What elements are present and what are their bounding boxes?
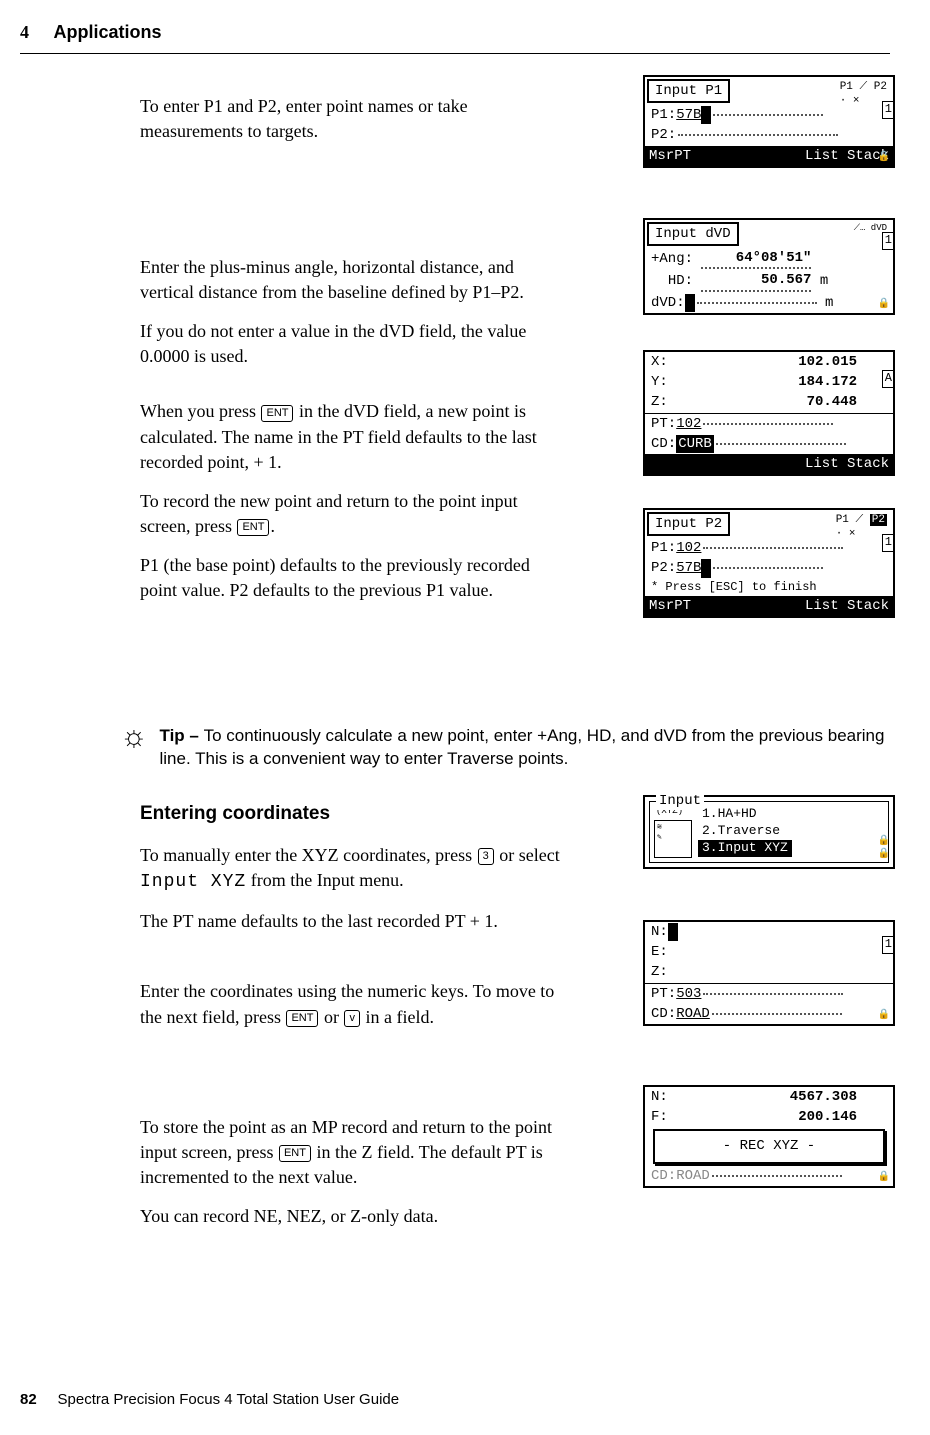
hd-field: HD: 50.567 m — [645, 270, 893, 292]
softkey-bar: List Stack — [645, 454, 893, 474]
cd-field: CD:CURB — [645, 434, 893, 454]
lock-icon: 🔒 — [878, 1009, 890, 1022]
screen-input-p1: Input P1 P1 ⟋ P2· × 1 P1:57B P2: 🔒 MsrPT… — [643, 75, 895, 168]
paragraph: Enter the coordinates using the numeric … — [140, 979, 570, 1029]
page-number: 82 — [20, 1391, 37, 1408]
page-footer: 82 Spectra Precision Focus 4 Total Stati… — [20, 1389, 399, 1410]
ent-key: ENT — [237, 519, 269, 536]
dvd-field: dVD: m 🔒 — [645, 293, 893, 313]
paragraph: P1 (the base point) defaults to the prev… — [140, 553, 570, 603]
menu-item-traverse: 2.Traverse — [698, 823, 792, 840]
screen-input-p2: Input P2 P1 ⟋ P2· × 1 P1:102 P2:57B * Pr… — [643, 508, 895, 618]
ang-field: +Ang: 64°08'51" — [645, 248, 893, 270]
ent-key: ENT — [261, 405, 293, 422]
tip-label: Tip – — [160, 726, 204, 745]
paragraph: The PT name defaults to the last recorde… — [140, 909, 570, 934]
lock-icon: 🔒🔒 — [878, 835, 890, 861]
ent-key: ENT — [279, 1145, 311, 1162]
paragraph: To store the point as an MP record and r… — [140, 1115, 570, 1191]
screen-title: Input P2 — [647, 512, 730, 536]
diagram-icon: P1 ⟋ P2· × — [836, 513, 887, 542]
screen-nez-entry: N: E: Z: 1 PT:503 CD:ROAD 🔒 — [643, 920, 895, 1026]
rec-dialog: - REC XYZ - — [653, 1129, 885, 1163]
page-badge: 1 — [882, 101, 895, 119]
paragraph: If you do not enter a value in the dVD f… — [140, 319, 570, 369]
three-key: 3 — [478, 848, 494, 865]
paragraph: When you press ENT in the dVD field, a n… — [140, 399, 570, 475]
document-icon: ≋✎ — [654, 820, 692, 858]
menu-item-input-xyz: 3.Input XYZ — [698, 840, 792, 857]
cd-field: CD:ROAD 🔒 — [645, 1004, 893, 1024]
screen-input-menu: Input (XYZ) ≋✎ 1.HA+HD 2.Traverse 3.Inpu… — [643, 795, 895, 869]
screen-title: Input P1 — [647, 79, 730, 103]
softkey-bar: MsrPTList Stack — [645, 146, 893, 166]
pt-field: PT:102 — [645, 414, 893, 434]
page-badge: 1 — [882, 534, 895, 552]
paragraph: To record the new point and return to th… — [140, 489, 570, 539]
p2-field: P2: 🔒 — [645, 125, 893, 145]
paragraph: You can record NE, NEZ, or Z-only data. — [140, 1204, 570, 1229]
screen-title: Input dVD — [647, 222, 739, 246]
tip-callout: ☼ Tip – To continuously calculate a new … — [120, 724, 910, 772]
softkey-bar: MsrPTList Stack — [645, 596, 893, 616]
page-header: 4 Applications — [20, 20, 890, 54]
cd-field: CD:ROAD 🔒 — [645, 1166, 893, 1186]
lightbulb-icon: ☼ — [120, 722, 148, 752]
screen-input-dvd: Input dVD ⟋… dVD 1 +Ang: 64°08'51" HD: 5… — [643, 218, 895, 315]
guide-title: Spectra Precision Focus 4 Total Station … — [58, 1391, 400, 1408]
page-badge: 1 — [882, 232, 895, 250]
tip-body: To continuously calculate a new point, e… — [160, 726, 885, 769]
lock-icon: 🔒 — [878, 151, 890, 164]
paragraph: To manually enter the XYZ coordinates, p… — [140, 843, 570, 895]
p2-field: P2:57B — [645, 558, 893, 578]
chapter-title: Applications — [54, 22, 162, 42]
diagram-icon: P1 ⟋ P2· × — [840, 80, 887, 109]
lock-icon: 🔒 — [878, 1171, 890, 1184]
ent-key: ENT — [286, 1010, 318, 1027]
page-badge: 1 — [882, 936, 895, 954]
hint-text: * Press [ESC] to finish — [645, 579, 893, 597]
side-badge: A — [882, 370, 895, 388]
chapter-number: 4 — [20, 22, 29, 42]
lock-icon: 🔒 — [878, 298, 890, 311]
down-key: v — [344, 1010, 360, 1027]
menu-item-hahd: 1.HA+HD — [698, 806, 792, 823]
screen-rec-xyz: N:4567.308 F:200.146 - REC XYZ - CD:ROAD… — [643, 1085, 895, 1188]
screen-xyz-result: X:102.015 Y:184.172 Z:70.448 A PT:102 CD… — [643, 350, 895, 476]
paragraph: Enter the plus-minus angle, horizontal d… — [140, 255, 570, 305]
paragraph: To enter P1 and P2, enter point names or… — [140, 94, 570, 144]
pt-field: PT:503 — [645, 984, 893, 1004]
